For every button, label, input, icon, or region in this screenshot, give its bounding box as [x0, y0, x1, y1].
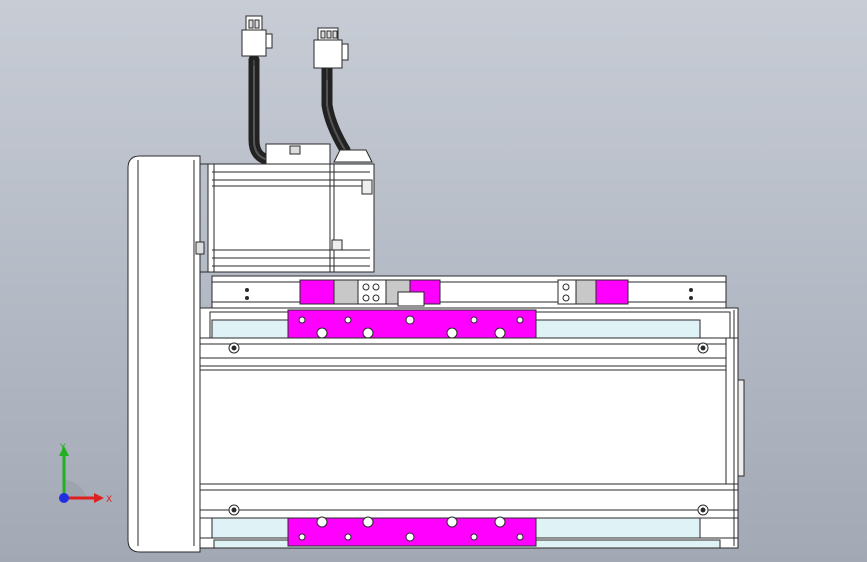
end-cap [127, 155, 208, 553]
actuator-model[interactable] [0, 0, 867, 562]
cad-viewport[interactable]: Y X [0, 0, 867, 562]
actuator-base [199, 307, 745, 549]
motor-body [207, 143, 375, 273]
x-axis-label: X [106, 495, 112, 505]
magenta-plate-top [287, 309, 537, 339]
x-arrow-icon [94, 493, 104, 503]
motor-cable-right [321, 62, 351, 156]
top-slide-rail [211, 275, 727, 309]
y-axis-label: Y [59, 443, 66, 453]
coordinate-triad: Y X [59, 443, 112, 505]
magenta-plate-bottom [287, 516, 537, 547]
z-axis-icon [59, 493, 69, 503]
